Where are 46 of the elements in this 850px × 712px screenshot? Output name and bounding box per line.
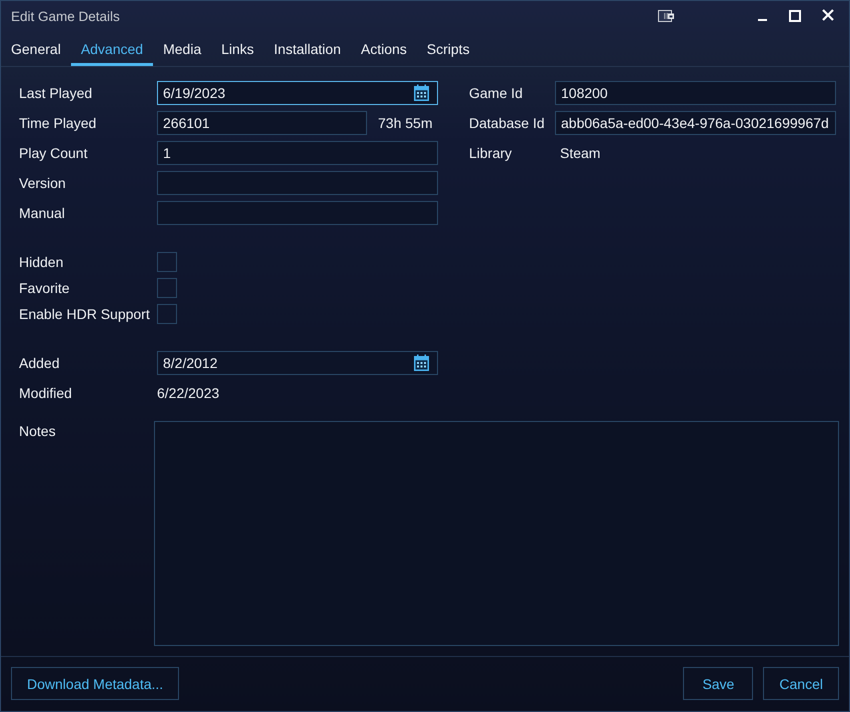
field-label: Favorite <box>19 280 70 296</box>
input-field[interactable]: 266101 <box>157 111 367 135</box>
input-field[interactable] <box>157 201 438 225</box>
field-label: Enable HDR Support <box>19 306 150 322</box>
date-field[interactable]: 6/19/2023 <box>157 81 438 105</box>
tab[interactable]: General <box>1 32 71 66</box>
field-label: Game Id <box>469 85 523 101</box>
value-text: 6/22/2023 <box>157 385 220 401</box>
input-field[interactable]: abb06a5a-ed00-43e4-976a-03021699967d <box>555 111 836 135</box>
value-text: Steam <box>560 145 600 161</box>
calendar-icon[interactable] <box>414 354 429 371</box>
window-icon[interactable] <box>658 10 674 22</box>
minimize-icon[interactable] <box>758 19 767 21</box>
tab[interactable]: Actions <box>350 32 417 66</box>
checkbox[interactable] <box>157 304 177 324</box>
field-label: Database Id <box>469 115 544 131</box>
field-label: Play Count <box>19 145 88 161</box>
field-label: Added <box>19 355 60 371</box>
field-label: Last Played <box>19 85 92 101</box>
window-title: Edit Game Details <box>11 9 120 24</box>
close-icon[interactable] <box>822 9 834 21</box>
input-field[interactable]: 108200 <box>555 81 836 105</box>
dialog-button[interactable]: Save <box>683 667 754 700</box>
field-label: Library <box>469 145 512 161</box>
input-field[interactable] <box>157 171 438 195</box>
date-field[interactable]: 8/2/2012 <box>157 351 438 375</box>
maximize-icon[interactable] <box>789 10 801 22</box>
field-label: Notes <box>19 423 56 439</box>
tab[interactable]: Advanced <box>70 32 154 66</box>
tab[interactable]: Media <box>153 32 212 66</box>
dialog-button[interactable]: Download Metadata... <box>11 667 180 700</box>
field-label: Time Played <box>19 115 96 131</box>
calendar-icon[interactable] <box>414 84 429 101</box>
field-label: Manual <box>19 205 65 221</box>
notes-field[interactable] <box>154 421 839 646</box>
tab[interactable]: Installation <box>264 32 351 66</box>
duration-text: 73h 55m <box>378 115 432 131</box>
field-label: Hidden <box>19 254 64 270</box>
dialog-button[interactable]: Cancel <box>763 667 839 700</box>
tab[interactable]: Scripts <box>416 32 480 66</box>
tab[interactable]: Links <box>211 32 264 66</box>
field-label: Modified <box>19 385 72 401</box>
input-field[interactable]: 1 <box>157 141 438 165</box>
checkbox[interactable] <box>157 278 177 298</box>
field-label: Version <box>19 175 66 191</box>
checkbox[interactable] <box>157 252 177 272</box>
